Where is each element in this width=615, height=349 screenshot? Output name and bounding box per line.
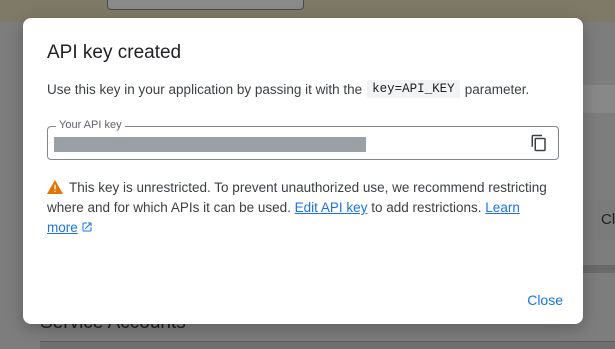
- dialog-description: Use this key in your application by pass…: [47, 80, 529, 98]
- edit-api-key-link[interactable]: Edit API key: [295, 200, 368, 215]
- dialog-title: API key created: [47, 42, 182, 63]
- api-key-field[interactable]: Your API key: [47, 119, 559, 160]
- external-link-icon: [81, 219, 93, 232]
- background-bottom-bar: [40, 341, 615, 349]
- background-input: [107, 0, 304, 10]
- background-table-header: [583, 85, 615, 113]
- description-suffix: parameter.: [464, 81, 530, 97]
- description-prefix: Use this key in your application by pass…: [47, 81, 363, 97]
- copy-icon[interactable]: [530, 134, 548, 152]
- warning-text-2: to add restrictions.: [371, 200, 482, 215]
- api-key-value-redacted: [54, 137, 366, 152]
- api-key-dialog: API key created Use this key in your app…: [23, 18, 583, 324]
- close-button[interactable]: Close: [527, 292, 563, 308]
- background-scrollbar: [583, 265, 615, 273]
- unrestricted-warning: This key is unrestricted. To prevent una…: [47, 178, 547, 238]
- api-key-label: Your API key: [56, 119, 125, 131]
- description-code: key=API_KEY: [367, 80, 460, 98]
- warning-icon: [47, 180, 63, 194]
- background-column-text: Cl: [601, 211, 615, 228]
